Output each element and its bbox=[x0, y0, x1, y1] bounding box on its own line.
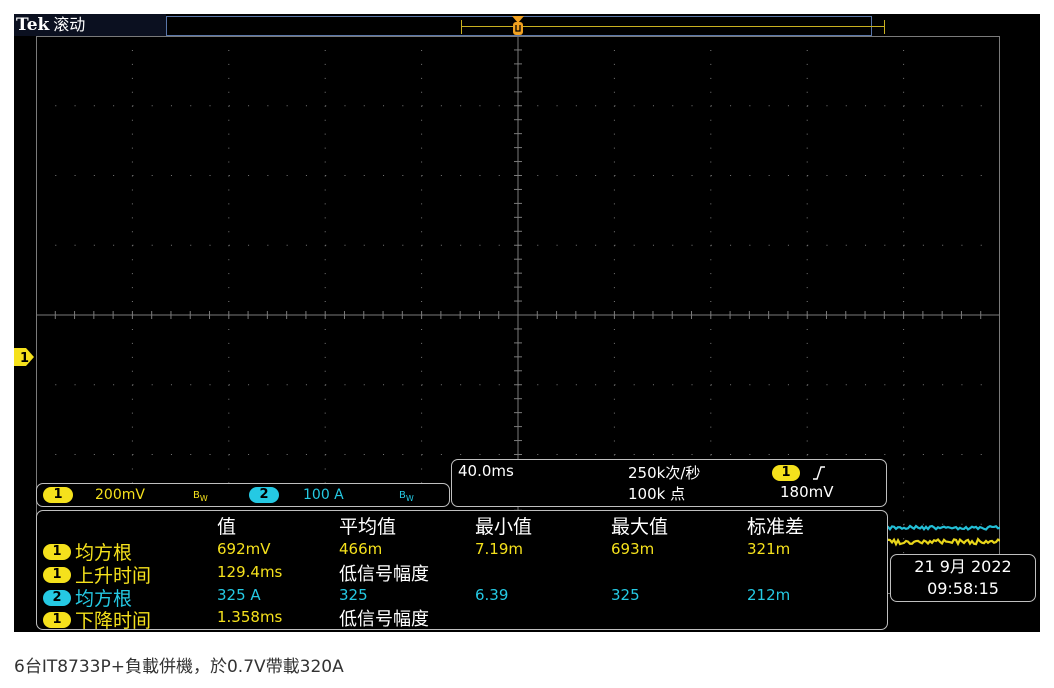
row-channel-badge: 1 bbox=[43, 566, 71, 583]
cell-min: 7.19m bbox=[475, 540, 524, 558]
date-time-display: 21 9月 2022 09:58:15 bbox=[890, 554, 1036, 602]
cell-note: 低信号幅度 bbox=[339, 609, 429, 630]
table-row[interactable]: 1 上升时间 bbox=[43, 561, 151, 587]
channel-settings-bar: 1 200mV BW 2 100 A BW bbox=[36, 483, 450, 507]
ch2-badge[interactable]: 2 bbox=[249, 487, 279, 503]
header-min: 最小值 bbox=[475, 516, 533, 538]
top-status-bar: Tek 滚动 bbox=[14, 14, 1040, 36]
ch2-scale[interactable]: 100 A bbox=[303, 484, 344, 506]
row-channel-badge: 1 bbox=[43, 611, 71, 628]
row-channel-badge: 1 bbox=[43, 543, 71, 560]
header-value: 值 bbox=[217, 516, 237, 538]
brand-logo: Tek 滚动 bbox=[14, 14, 166, 36]
timebase: 40.0ms bbox=[458, 462, 514, 480]
oscilloscope-screen: Tek 滚动 1 1 200mV BW 2 100 A BW 40.0ms 250… bbox=[14, 14, 1040, 632]
ch1-bandwidth-limit: BW bbox=[193, 490, 208, 503]
cell-std: 212m bbox=[747, 586, 791, 604]
cell-value: 692mV bbox=[217, 540, 271, 558]
cell-value: 325 A bbox=[217, 586, 261, 604]
header-std: 标准差 bbox=[747, 516, 805, 538]
header-max: 最大值 bbox=[611, 516, 669, 538]
horizontal-acquisition-panel[interactable]: 40.0ms 250k次/秒 100k 点 1 180mV bbox=[451, 459, 887, 507]
row-channel-badge: 2 bbox=[43, 589, 71, 606]
ch1-ground-marker-icon[interactable]: 1 bbox=[14, 348, 34, 366]
cell-mean: 466m bbox=[339, 540, 383, 558]
cell-value: 129.4ms bbox=[217, 563, 283, 581]
sample-rate: 250k次/秒 bbox=[628, 464, 701, 482]
table-row[interactable]: 1 下降时间 bbox=[43, 606, 151, 632]
cell-value: 1.358ms bbox=[217, 608, 283, 626]
cell-note: 低信号幅度 bbox=[339, 564, 429, 585]
row-measure-name: 下降时间 bbox=[75, 610, 152, 632]
trigger-source-badge: 1 bbox=[772, 465, 800, 481]
cell-min: 6.39 bbox=[475, 586, 509, 604]
acquisition-mode: 滚动 bbox=[53, 15, 86, 34]
ch1-scale[interactable]: 200mV bbox=[95, 484, 145, 506]
cell-std: 321m bbox=[747, 540, 791, 558]
rising-edge-icon bbox=[813, 466, 825, 480]
cell-max: 325 bbox=[611, 586, 640, 604]
time-text: 09:58:15 bbox=[927, 579, 999, 598]
cell-max: 693m bbox=[611, 540, 655, 558]
trigger-level: 180mV bbox=[780, 483, 834, 501]
header-mean: 平均值 bbox=[339, 516, 397, 538]
measurement-table: 值 平均值 最小值 最大值 标准差 1 均方根 692mV 466m 7.19m … bbox=[36, 510, 888, 632]
trigger-position-icon[interactable] bbox=[511, 14, 525, 38]
record-length: 100k 点 bbox=[628, 485, 686, 503]
ch1-ground-marker-label: 1 bbox=[20, 351, 29, 366]
table-row[interactable]: 2 均方根 bbox=[43, 584, 132, 610]
ch2-bandwidth-limit: BW bbox=[399, 490, 414, 503]
figure-caption: 6台IT8733P+負載併機，於0.7V帶載320A bbox=[14, 657, 344, 677]
date-text: 21 9月 2022 bbox=[914, 557, 1012, 576]
table-row[interactable]: 1 均方根 bbox=[43, 538, 132, 564]
ch1-badge[interactable]: 1 bbox=[43, 487, 73, 503]
cell-mean: 325 bbox=[339, 586, 368, 604]
brand-name: Tek bbox=[16, 15, 50, 35]
